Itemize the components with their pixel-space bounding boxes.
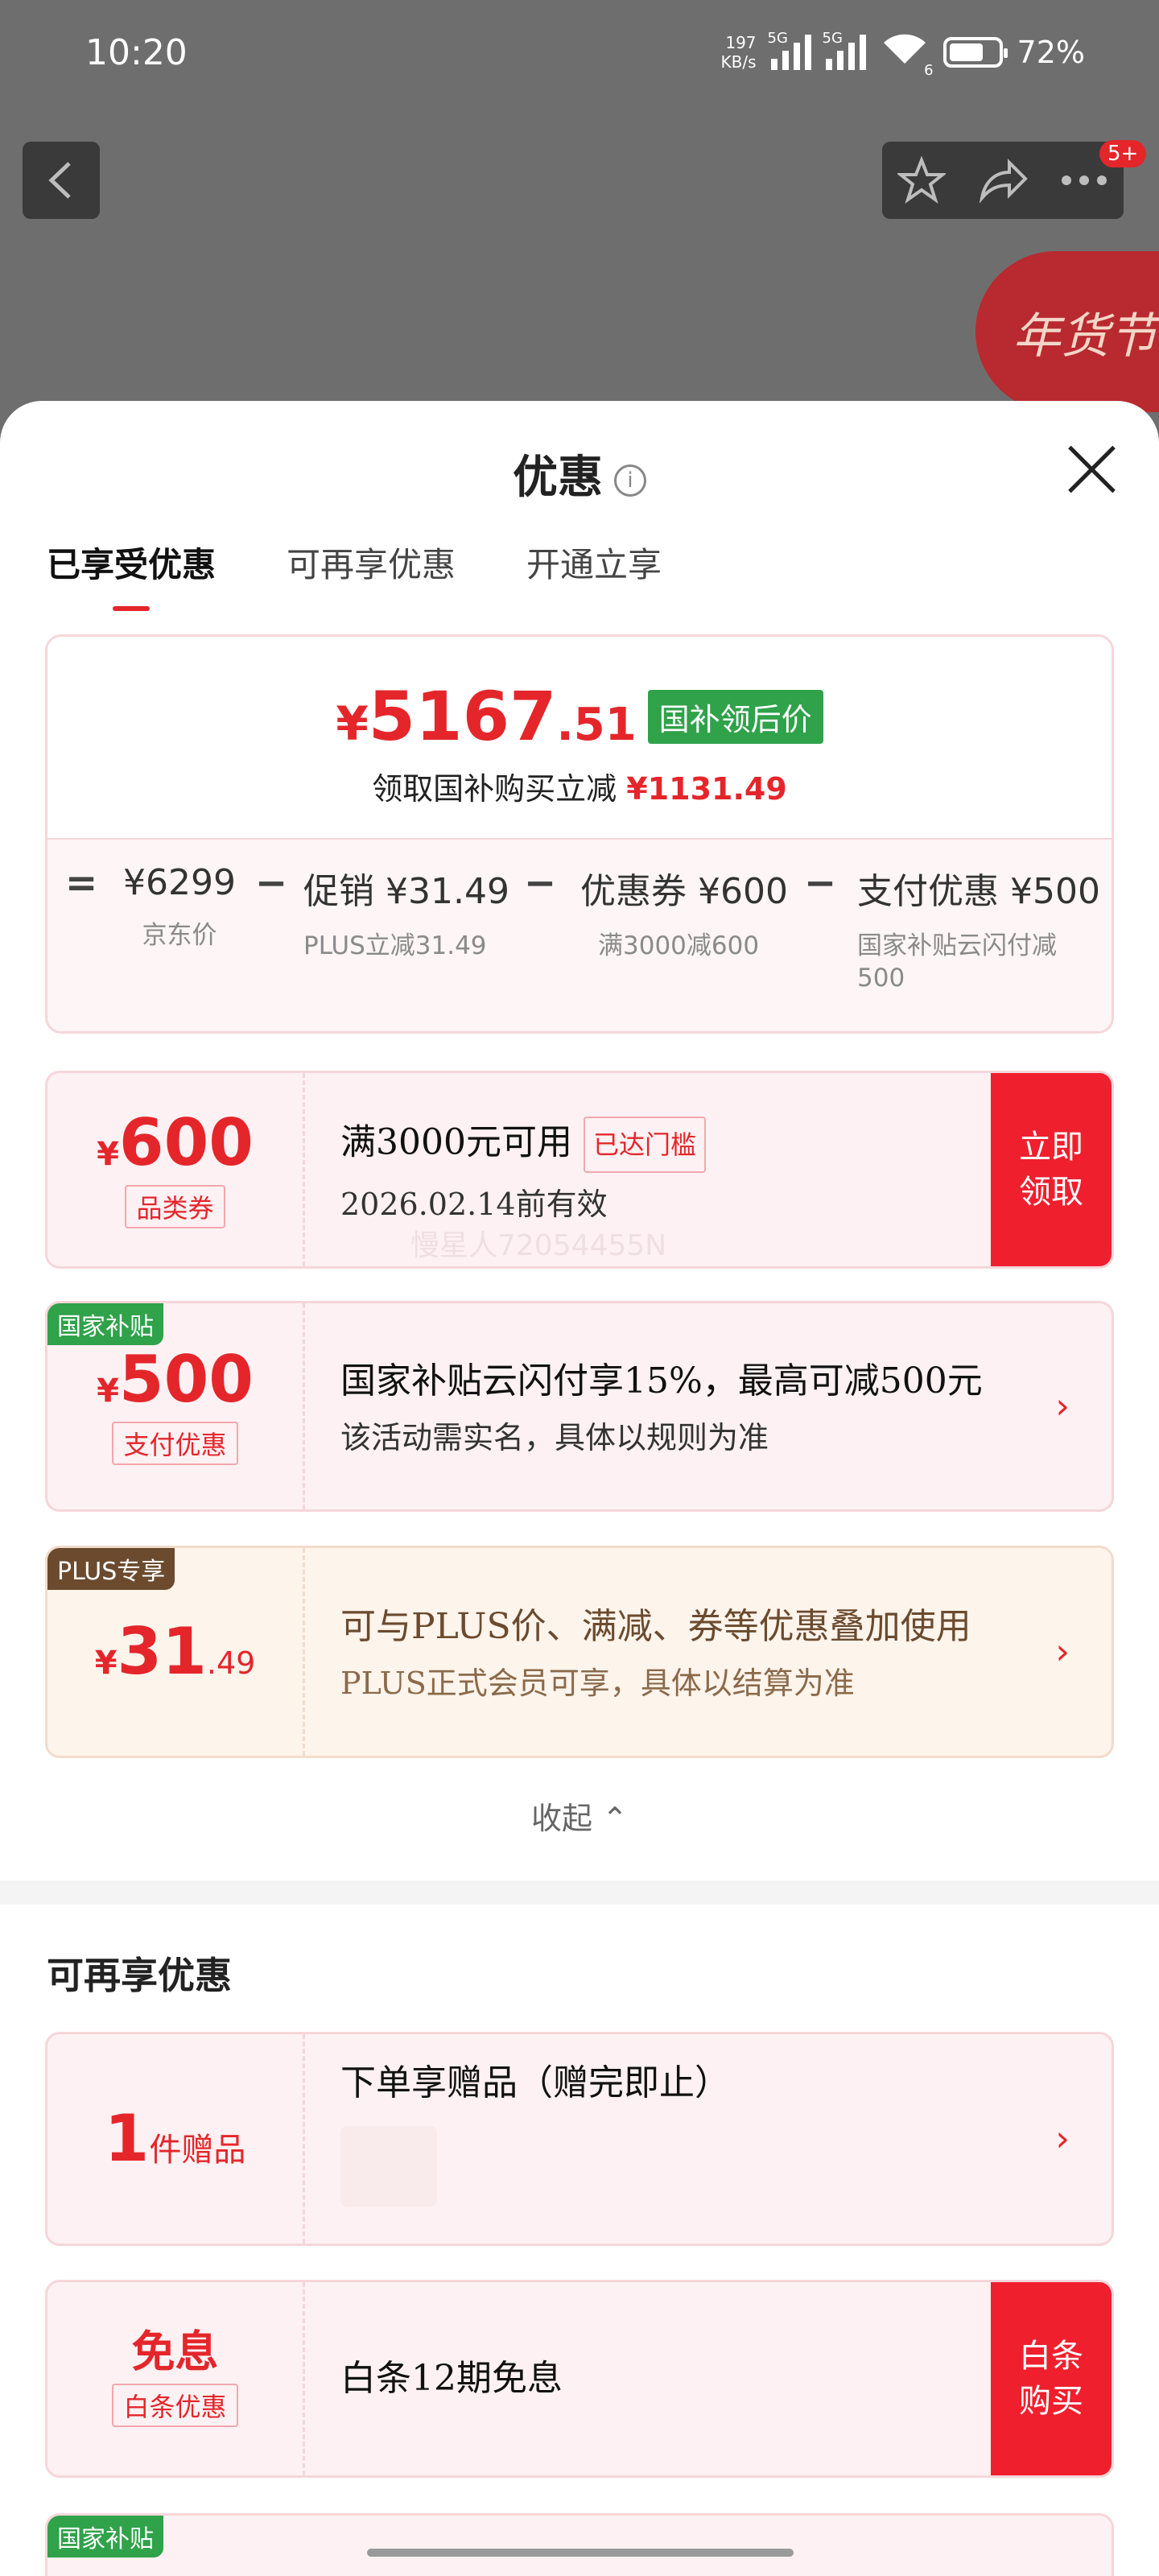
chevron-right-icon: › — [1055, 2118, 1070, 2160]
status-icons: 197 KB/s 5G 5G 6 72% — [720, 30, 1085, 79]
chevron-left-icon — [48, 162, 71, 199]
coupon-desc: 该活动需实名，具体以规则为准 — [340, 1419, 769, 1455]
final-price: ¥5167.51 — [336, 677, 637, 756]
gift-count: 1件赠品 — [104, 2101, 246, 2176]
coupon-amount: ¥31.49 — [94, 1614, 256, 1689]
info-icon[interactable]: i — [614, 464, 646, 497]
battery-percent: 72% — [1017, 35, 1085, 70]
coupon-amount: ¥500 — [97, 1342, 254, 1417]
calc-item: 促销 ¥31.49 PLUS立减31.49 — [303, 871, 509, 960]
coupon-title: 可与PLUS价、满减、券等优惠叠加使用 — [340, 1605, 971, 1647]
battery-icon — [942, 37, 1008, 68]
gift-card[interactable]: 1件赠品 下单享赠品（赠完即止） › — [45, 2032, 1114, 2246]
calc-item: 支付优惠 ¥500 国家补贴云闪付减500 — [857, 871, 1100, 993]
section-divider — [0, 1880, 1159, 1905]
tab-bar: 已享受优惠 可再享优惠 开通立享 — [47, 538, 662, 611]
price-tag: 国补领后价 — [647, 689, 823, 744]
installment-title: 白条12期免息 — [340, 2358, 563, 2399]
coupon-type: 品类券 — [125, 1185, 225, 1228]
status-time: 10:20 — [85, 31, 188, 73]
calc-op: − — [524, 861, 557, 906]
installment-card: 免息 白条优惠 白条12期免息 白条购买 — [45, 2280, 1114, 2478]
share-icon[interactable] — [977, 158, 1029, 203]
watermark: 慢星人72054455N — [410, 1229, 667, 1262]
coupon-card[interactable]: 国家补贴 ¥500 支付优惠 国家补贴云闪付享15%，最高可减500元 该活动需… — [45, 1301, 1114, 1512]
signal-icon: 5G — [768, 30, 811, 70]
price-breakdown: = ¥6299 京东价 − 促销 ¥31.49 PLUS立减31.49 − 优惠… — [47, 838, 1112, 1031]
coupon-card: 国家补贴 — [45, 2513, 1114, 2576]
coupon-desc: 2026.02.14前有效 — [340, 1186, 608, 1222]
tab-activate[interactable]: 开通立享 — [526, 538, 662, 611]
sheet-header: 优惠 i — [0, 401, 1159, 546]
corner-tag: 国家补贴 — [47, 2516, 163, 2557]
calc-item: ¥6299 京东价 — [123, 862, 236, 950]
wifi-icon: 6 — [881, 31, 934, 79]
calc-op: = — [65, 861, 98, 906]
coupon-title: 国家补贴云闪付享15%，最高可减500元 — [340, 1360, 983, 1402]
baitiao-buy-button[interactable]: 白条购买 — [991, 2282, 1112, 2475]
top-nav: 5+ — [0, 137, 1159, 225]
threshold-tag: 已达门槛 — [583, 1116, 706, 1173]
close-icon[interactable] — [1066, 443, 1117, 494]
coupon-type: 支付优惠 — [112, 1422, 238, 1465]
price-summary: ¥5167.51 国补领后价 领取国补购买立减 ¥1131.49 = ¥6299 … — [45, 634, 1114, 1034]
coupon-amount: ¥600 — [97, 1105, 254, 1180]
net-speed: 197 KB/s — [720, 33, 757, 72]
calc-op: − — [255, 861, 288, 906]
discount-sheet: 优惠 i 已享受优惠 可再享优惠 开通立享 ¥5167.51 国补领后价 领取国补购… — [0, 401, 1159, 2576]
section-title: 可再享优惠 — [47, 1954, 232, 1997]
chevron-right-icon: › — [1055, 1385, 1070, 1427]
star-icon[interactable] — [897, 156, 947, 204]
more-icon[interactable] — [1060, 174, 1108, 187]
sheet-title: 优惠 i — [0, 441, 1159, 506]
festival-badge[interactable]: 年货节 — [975, 251, 1159, 412]
message-badge: 5+ — [1099, 140, 1147, 167]
gift-thumbnail[interactable] — [340, 2126, 437, 2207]
interest-free-label: 免息 — [131, 2326, 219, 2377]
action-group — [882, 142, 1124, 219]
saving-line: 领取国补购买立减 ¥1131.49 — [372, 771, 787, 807]
home-indicator[interactable] — [367, 2549, 794, 2557]
back-button[interactable] — [23, 142, 100, 219]
calc-item: 优惠券 ¥600 满3000减600 — [580, 871, 788, 960]
status-bar: 10:20 197 KB/s 5G 5G 6 72% — [0, 0, 1159, 105]
coupon-desc: PLUS正式会员可享，具体以结算为准 — [340, 1665, 855, 1701]
coupon-type: 白条优惠 — [112, 2384, 238, 2427]
gift-title: 下单享赠品（赠完即止） — [340, 2062, 730, 2103]
signal-icon-2: 5G — [823, 30, 866, 70]
coupon-card[interactable]: PLUS专享 ¥31.49 可与PLUS价、满减、券等优惠叠加使用 PLUS正式… — [45, 1546, 1114, 1758]
saving-amount: ¥1131.49 — [626, 771, 787, 807]
chevron-right-icon: › — [1055, 1631, 1070, 1673]
collapse-button[interactable]: 收起 ⌃ — [0, 1794, 1159, 1838]
chevron-up-icon: ⌃ — [602, 1801, 628, 1836]
claim-button[interactable]: 立即领取 — [991, 1073, 1112, 1266]
tab-enjoyed[interactable]: 已享受优惠 — [47, 538, 216, 611]
tab-more-discounts[interactable]: 可再享优惠 — [287, 538, 456, 611]
coupon-title: 满3000元可用 — [340, 1121, 572, 1162]
calc-op: − — [804, 861, 837, 906]
